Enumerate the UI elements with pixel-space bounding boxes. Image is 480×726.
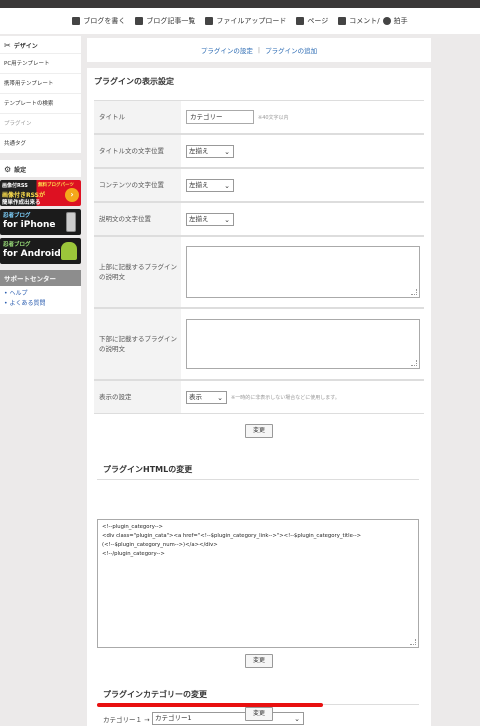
comment-icon [338, 17, 347, 25]
support-center-links: • ヘルプ • よくある質問 [0, 286, 81, 314]
red-highlight-underline [97, 703, 323, 707]
title-label: タイトル [94, 101, 181, 133]
row-title-align: タイトル文の文字位置 左揃え ⌄ [94, 134, 424, 168]
support-center-heading: サポートセンター [0, 270, 81, 286]
design-menu: ✂ デザイン PC用テンプレート 携帯用テンプレート テンプレートの検索 プラグイ… [0, 36, 81, 153]
chevron-down-icon: ⌄ [217, 393, 223, 402]
rss-banner-title: 画像付RSS [2, 183, 28, 189]
iphone-banner-text: for iPhone [3, 220, 56, 230]
pencil-icon [72, 17, 81, 25]
display-note: ※一時的に非表示しない場合などに使用します。 [231, 394, 340, 401]
faq-link[interactable]: • よくある質問 [4, 299, 77, 309]
android-banner-brand: 忍者ブログ [3, 242, 31, 248]
nav-label: 拍手 [393, 17, 408, 25]
change-button-category[interactable]: 変更 [245, 707, 273, 721]
rss-banner[interactable]: 画像付RSS 無料ブログパーツ 画像付きRSSが 簡単作成出来る › [0, 180, 81, 206]
sidebar-item-plugin[interactable]: プラグイン [0, 113, 81, 133]
upper-desc-label: 上部に記載するプラグインの説明文 [94, 237, 181, 307]
content-align-label: コンテンツの文字位置 [94, 169, 181, 201]
plugin-top-links: プラグインの設定 | プラグインの追加 [87, 38, 431, 62]
chevron-down-icon: ⌄ [224, 147, 230, 156]
help-link[interactable]: • ヘルプ [4, 289, 77, 299]
lower-desc-textarea[interactable] [186, 319, 420, 369]
plugin-html-textarea[interactable]: <!--plugin_category--> <div class="plugi… [97, 519, 419, 648]
html-section-title: プラグインHTMLの変更 [103, 465, 193, 474]
chevron-down-icon: ⌄ [294, 715, 300, 723]
sidebar-item-common-tags[interactable]: 共通タグ [0, 133, 81, 153]
content-align-select[interactable]: 左揃え ⌄ [186, 178, 234, 192]
category-label: カテゴリー１ → [103, 716, 150, 724]
lower-desc-label: 下部に記載するプラグインの説明文 [94, 309, 181, 379]
nav-article-list[interactable]: ブログ記事一覧 [135, 16, 195, 26]
arrow-circle-icon: › [65, 188, 79, 202]
sitemap-icon [296, 17, 305, 25]
rss-banner-text2: 簡単作成出来る [2, 200, 41, 206]
nav-label: ブログを書く [83, 17, 126, 25]
sidebar-item-mobile-template[interactable]: 携帯用テンプレート [0, 73, 81, 93]
chevron-down-icon: ⌄ [224, 181, 230, 190]
title-align-select[interactable]: 左揃え ⌄ [186, 144, 234, 158]
display-select[interactable]: 表示 ⌄ [186, 390, 227, 404]
settings-menu: ⚙ 設定 [0, 160, 81, 177]
title-input[interactable]: カテゴリー [186, 110, 254, 124]
android-banner[interactable]: 忍者ブログ for Android [0, 238, 81, 264]
nav-file-upload[interactable]: ファイルアップロード [205, 16, 286, 26]
change-button-html[interactable]: 変更 [245, 654, 273, 668]
nav-label: ページ [307, 17, 329, 25]
row-display: 表示の設定 表示 ⌄ ※一時的に非表示しない場合などに使用します。 [94, 380, 424, 414]
row-upper-desc: 上部に記載するプラグインの説明文 [94, 236, 424, 308]
nav-page[interactable]: ページ [296, 16, 328, 26]
document-list-icon [135, 17, 144, 25]
gear-icon: ⚙ [4, 165, 12, 174]
settings-heading[interactable]: ⚙ 設定 [0, 160, 81, 177]
chevron-down-icon: ⌄ [224, 215, 230, 224]
plugin-settings-panel: プラグインの表示設定 タイトル カテゴリー ※40文字以内 タイトル文の文字位置… [87, 68, 431, 726]
title-note: ※40文字以内 [258, 114, 289, 121]
nav-write-blog[interactable]: ブログを書く [72, 16, 125, 26]
row-title: タイトル カテゴリー ※40文字以内 [94, 100, 424, 134]
category-section-title: プラグインカテゴリーの変更 [103, 690, 207, 699]
upper-desc-textarea[interactable] [186, 246, 420, 298]
display-settings-title: プラグインの表示設定 [94, 77, 174, 86]
row-content-align: コンテンツの文字位置 左揃え ⌄ [94, 168, 424, 202]
iphone-device-icon [66, 212, 76, 232]
nav-comment[interactable]: コメント/拍手 [338, 16, 408, 26]
iphone-banner-brand: 忍者ブログ [3, 213, 31, 219]
row-lower-desc: 下部に記載するプラグインの説明文 [94, 308, 424, 380]
android-banner-text: for Android [3, 249, 61, 259]
rss-banner-tag: 無料ブログパーツ [38, 183, 74, 188]
android-robot-icon [61, 242, 77, 260]
top-navigation: ブログを書く ブログ記事一覧 ファイルアップロード ページ コメント/拍手 [0, 8, 480, 34]
link-separator: | [257, 46, 261, 54]
plugin-settings-link[interactable]: プラグインの設定 [201, 45, 253, 55]
row-desc-align: 説明文の文字位置 左揃え ⌄ [94, 202, 424, 236]
main-content: プラグインの設定 | プラグインの追加 プラグインの表示設定 タイトル カテゴリ… [87, 38, 431, 726]
desc-align-select[interactable]: 左揃え ⌄ [186, 212, 234, 226]
sidebar: ✂ デザイン PC用テンプレート 携帯用テンプレート テンプレートの検索 プラグイ… [0, 36, 82, 726]
top-dark-bar [0, 0, 480, 8]
nav-label: コメント/ [349, 17, 380, 25]
sidebar-item-template-search[interactable]: テンプレートの検索 [0, 93, 81, 113]
change-button-display[interactable]: 変更 [245, 424, 273, 438]
divider [97, 479, 419, 480]
desc-align-label: 説明文の文字位置 [94, 203, 181, 235]
sidebar-item-pc-template[interactable]: PC用テンプレート [0, 53, 81, 73]
nav-label: ブログ記事一覧 [146, 17, 196, 25]
plugin-add-link[interactable]: プラグインの追加 [265, 45, 317, 55]
category-select[interactable]: カテゴリー1 ⌄ [152, 712, 304, 725]
nav-label: ファイルアップロード [216, 17, 287, 25]
upload-icon [205, 17, 214, 25]
clap-icon [382, 17, 391, 25]
title-align-label: タイトル文の文字位置 [94, 135, 181, 167]
scissors-icon: ✂ [4, 41, 11, 50]
design-heading: ✂ デザイン [4, 41, 38, 50]
display-label: 表示の設定 [94, 381, 181, 413]
iphone-banner[interactable]: 忍者ブログ for iPhone [0, 209, 81, 235]
